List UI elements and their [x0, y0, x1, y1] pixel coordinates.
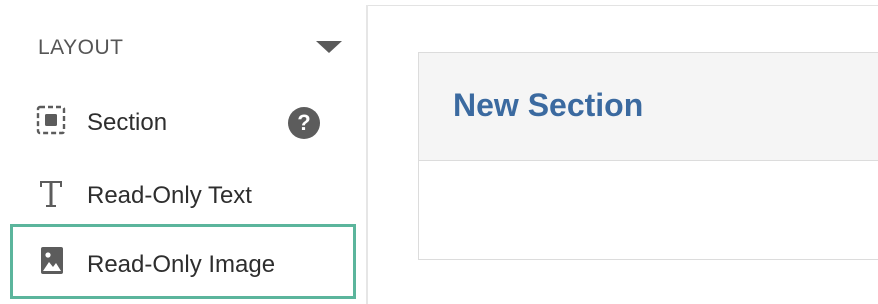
image-icon: [41, 247, 63, 274]
layout-group-label: LAYOUT: [38, 36, 124, 59]
sidebar-item-label: Read-Only Text: [87, 182, 252, 209]
section-header: New Section: [419, 53, 878, 161]
sidebar-item-section[interactable]: Section ?: [10, 87, 356, 159]
layout-group-header[interactable]: LAYOUT: [38, 32, 343, 62]
sidebar-item-read-only-image[interactable]: Read-Only Image: [10, 224, 356, 299]
sidebar-item-read-only-text[interactable]: Read-Only Text: [10, 160, 356, 232]
text-icon: [40, 181, 62, 207]
section-title: New Section: [453, 87, 644, 123]
section-icon: [36, 105, 66, 135]
sidebar-item-label: Section: [87, 109, 168, 136]
help-icon[interactable]: ?: [288, 107, 320, 139]
sidebar-item-label: Read-Only Image: [87, 251, 276, 278]
section-card[interactable]: New Section: [418, 52, 878, 260]
caret-down-icon[interactable]: [316, 41, 342, 53]
layout-sidebar: LAYOUT Section ? Read-Only Text Read-Onl…: [0, 5, 368, 304]
